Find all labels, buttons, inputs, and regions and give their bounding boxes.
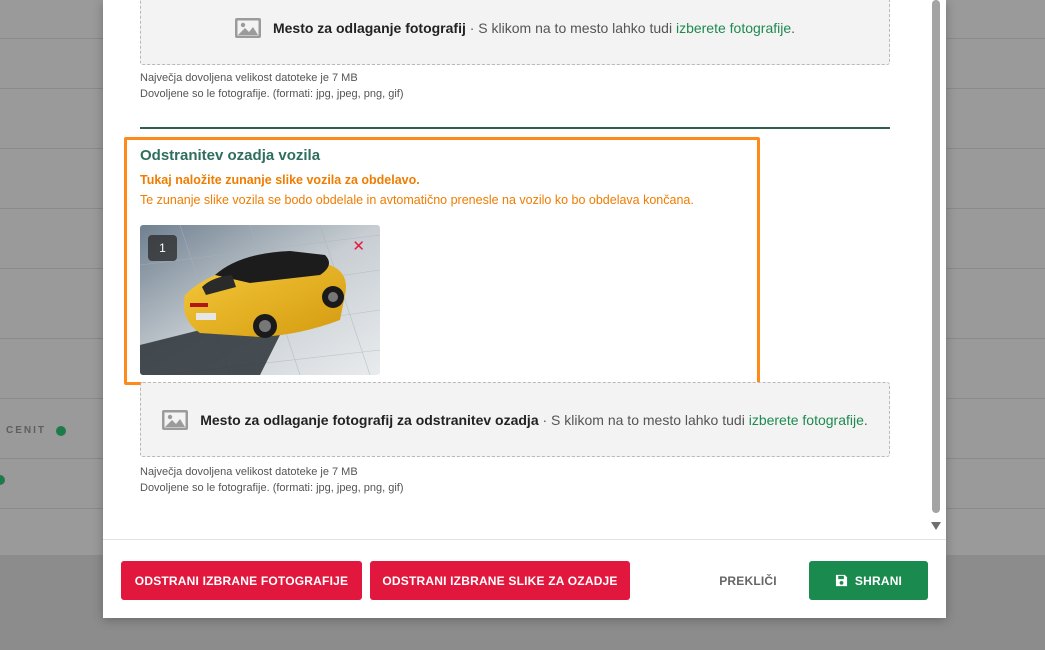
section-instruction: Tukaj naložite zunanje slike vozila za o… (140, 173, 420, 187)
upload-hints: Največja dovoljena velikost datoteke je … (140, 464, 404, 496)
remove-selected-photos-button[interactable]: ODSTRANI IZBRANE FOTOGRAFIJE (121, 561, 362, 600)
max-size-hint: Največja dovoljena velikost datoteke je … (140, 466, 358, 478)
remove-photo-icon[interactable]: ✕ (352, 237, 365, 255)
cancel-button[interactable]: PREKLIČI (703, 561, 793, 600)
modal-footer: ODSTRANI IZBRANE FOTOGRAFIJE ODSTRANI IZ… (103, 539, 946, 619)
modal-body: Mesto za odlaganje fotografij · S klikom… (103, 0, 946, 539)
section-title: Odstranitev ozadja vozila (140, 147, 321, 164)
dropzone-period: . (791, 19, 796, 36)
image-icon (162, 409, 189, 430)
photo-upload-modal: Mesto za odlaganje fotografij · S klikom… (103, 0, 946, 618)
select-photos-link[interactable]: izberete fotografije (749, 412, 864, 428)
dropzone-title: Mesto za odlaganje fotografij za odstran… (200, 411, 539, 428)
scrollbar-thumb[interactable] (932, 0, 940, 513)
photo-dropzone[interactable]: Mesto za odlaganje fotografij · S klikom… (140, 0, 890, 65)
formats-hint: Dovoljene so le fotografije. (formati: j… (140, 482, 404, 494)
dropzone-title: Mesto za odlaganje fotografij (272, 19, 466, 36)
dropzone-period: . (863, 411, 868, 428)
section-divider (140, 127, 890, 129)
status-dot (56, 426, 66, 436)
floppy-disk-icon (835, 574, 847, 587)
dropzone-text: Mesto za odlaganje fotografij · S klikom… (273, 20, 795, 36)
upload-hints: Največja dovoljena velikost datoteke je … (140, 70, 404, 102)
background-removal-dropzone[interactable]: Mesto za odlaganje fotografij za odstran… (140, 382, 890, 457)
dropzone-separator: · S klikom na to mesto lahko tudi (465, 19, 676, 36)
dropzone-text: Mesto za odlaganje fotografij za odstran… (200, 412, 868, 428)
section-description: Te zunanje slike vozila se bodo obdelale… (140, 193, 694, 207)
scroll-down-arrow-icon[interactable] (931, 522, 941, 530)
photo-index-badge: 1 (148, 235, 177, 261)
vehicle-photo-thumbnail[interactable]: 1 ✕ (140, 225, 380, 375)
image-icon (234, 17, 261, 38)
max-size-hint: Največja dovoljena velikost datoteke je … (140, 72, 358, 84)
select-photos-link[interactable]: izberete fotografije (676, 20, 791, 36)
bg-column-label: CENIT (6, 425, 46, 436)
vertical-scrollbar[interactable] (929, 0, 943, 539)
save-button-label: SHRANI (854, 573, 903, 588)
formats-hint: Dovoljene so le fotografije. (formati: j… (140, 88, 404, 100)
dropzone-separator: · S klikom na to mesto lahko tudi (538, 411, 749, 428)
remove-selected-background-images-button[interactable]: ODSTRANI IZBRANE SLIKE ZA OZADJE (370, 561, 630, 600)
status-dot (0, 475, 5, 485)
save-button[interactable]: SHRANI (809, 561, 928, 600)
